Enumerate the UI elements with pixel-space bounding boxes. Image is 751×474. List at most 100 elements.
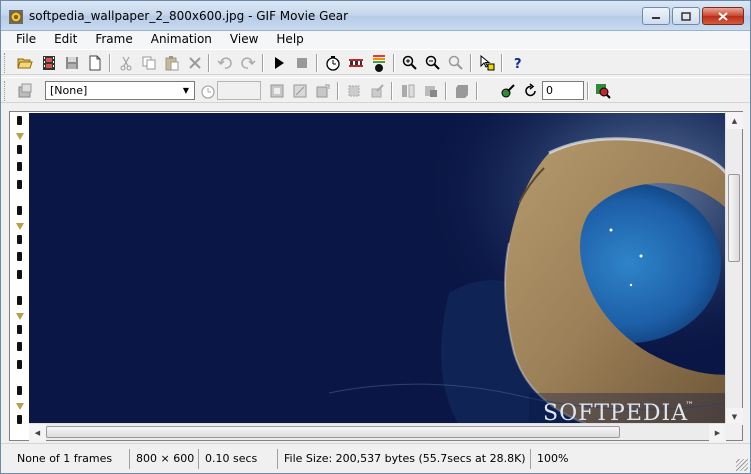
image-canvas[interactable]: SOFTPEDIA ™ bbox=[29, 113, 726, 425]
help-button[interactable]: ? bbox=[508, 53, 528, 73]
zoom-in-button[interactable] bbox=[400, 53, 420, 73]
film-hole bbox=[17, 325, 22, 334]
status-delay: 0.10 secs bbox=[198, 449, 263, 469]
app-window: softpedia_wallpaper_2_800x600.jpg - GIF … bbox=[0, 0, 751, 474]
wallpaper-image: SOFTPEDIA ™ bbox=[29, 113, 726, 425]
frame-transform-button[interactable] bbox=[313, 81, 333, 101]
save-button[interactable] bbox=[62, 53, 82, 73]
status-filesize: File Size: 200,537 bytes (55.7secs at 28… bbox=[277, 449, 532, 469]
toolbar-separator bbox=[587, 82, 589, 100]
close-button[interactable] bbox=[702, 7, 744, 25]
zoom-out-button[interactable] bbox=[423, 53, 443, 73]
rotate-button[interactable] bbox=[421, 81, 441, 101]
toolbar-separator bbox=[316, 54, 318, 72]
film-hole bbox=[17, 342, 22, 351]
frame-toolbar: [None] ▼ 0 bbox=[1, 77, 750, 103]
menu-animation[interactable]: Animation bbox=[142, 31, 221, 49]
menu-file[interactable]: File bbox=[7, 31, 45, 49]
frame-marker-icon bbox=[16, 133, 24, 140]
play-button[interactable] bbox=[269, 53, 289, 73]
open-frames-button[interactable] bbox=[39, 53, 59, 73]
status-zoom: 100% bbox=[530, 449, 574, 469]
toolbar-separator bbox=[445, 82, 447, 100]
toolbar-separator bbox=[476, 82, 478, 100]
paste-button[interactable] bbox=[162, 53, 182, 73]
context-help-button[interactable] bbox=[477, 53, 497, 73]
toolbar-separator bbox=[109, 54, 111, 72]
undo-button[interactable] bbox=[215, 53, 235, 73]
title-bar[interactable]: softpedia_wallpaper_2_800x600.jpg - GIF … bbox=[1, 1, 750, 31]
vertical-scroll-thumb[interactable] bbox=[728, 174, 740, 262]
menu-help[interactable]: Help bbox=[267, 31, 312, 49]
frame-props-icon bbox=[270, 84, 284, 98]
loop-arrow-icon bbox=[525, 83, 536, 97]
scroll-right-icon[interactable]: ▶ bbox=[709, 424, 726, 441]
filmstrip-margin bbox=[10, 112, 29, 425]
vertical-scrollbar[interactable]: ▲ ▼ bbox=[725, 112, 743, 425]
status-frames: None of 1 frames bbox=[17, 452, 113, 465]
scroll-corner bbox=[725, 423, 742, 440]
frame-transition-button[interactable] bbox=[369, 53, 389, 73]
question-icon: ? bbox=[514, 57, 522, 71]
crop-button[interactable] bbox=[344, 81, 364, 101]
film-hole bbox=[17, 296, 22, 305]
preview-button[interactable] bbox=[593, 81, 613, 101]
frame-strip-button[interactable] bbox=[346, 53, 366, 73]
film-hole bbox=[17, 206, 22, 215]
palette-button[interactable] bbox=[15, 81, 35, 101]
color-picker-button[interactable] bbox=[498, 81, 518, 101]
toolbar-separator bbox=[337, 82, 339, 100]
scroll-left-icon[interactable]: ◀ bbox=[29, 424, 46, 441]
cut-button[interactable] bbox=[116, 53, 136, 73]
film-hole bbox=[17, 415, 22, 424]
open-button[interactable] bbox=[15, 53, 35, 73]
toolbar-grip[interactable] bbox=[4, 53, 7, 73]
delay-icon-button bbox=[198, 81, 218, 101]
horizontal-scroll-thumb[interactable] bbox=[46, 426, 620, 438]
status-bar: None of 1 frames 800 × 600 0.10 secs Fil… bbox=[1, 443, 750, 473]
preview-magnify-icon bbox=[596, 84, 611, 99]
film-hole bbox=[17, 180, 22, 189]
loop-count-field[interactable]: 0 bbox=[542, 81, 584, 100]
toolbar-grip[interactable] bbox=[4, 81, 7, 101]
minimize-icon bbox=[652, 17, 660, 19]
menu-view[interactable]: View bbox=[221, 31, 267, 49]
trademark-symbol: ™ bbox=[685, 401, 694, 411]
menu-edit[interactable]: Edit bbox=[45, 31, 86, 49]
window-title: softpedia_wallpaper_2_800x600.jpg - GIF … bbox=[29, 9, 349, 23]
palette-icon bbox=[18, 83, 32, 98]
film-hole bbox=[17, 360, 22, 369]
copy-button[interactable] bbox=[139, 53, 159, 73]
undo-icon bbox=[217, 57, 232, 69]
zoom-fit-button[interactable] bbox=[446, 53, 466, 73]
scroll-up-icon[interactable]: ▲ bbox=[726, 112, 743, 129]
new-button[interactable] bbox=[85, 53, 105, 73]
optimize-button[interactable] bbox=[367, 81, 387, 101]
minimize-button[interactable] bbox=[642, 7, 670, 25]
delay-field[interactable] bbox=[217, 81, 261, 100]
resize-grip-icon[interactable] bbox=[736, 459, 748, 471]
stop-button[interactable] bbox=[292, 53, 312, 73]
horizontal-scrollbar[interactable]: ◀ ▶ bbox=[29, 423, 726, 441]
maximize-button[interactable] bbox=[672, 7, 700, 25]
frame-transform-icon bbox=[316, 84, 330, 98]
palette-select[interactable]: [None] ▼ bbox=[45, 81, 195, 100]
maximize-icon bbox=[681, 11, 691, 21]
paste-icon bbox=[165, 56, 179, 71]
rotate-icon bbox=[425, 86, 437, 97]
frame-edit-button[interactable] bbox=[290, 81, 310, 101]
flip-button[interactable] bbox=[398, 81, 418, 101]
copy-icon bbox=[142, 56, 156, 70]
frame-view: SOFTPEDIA ™ ▲ ▼ ◀ ▶ bbox=[9, 111, 743, 441]
svg-text:?: ? bbox=[514, 57, 522, 71]
redo-button[interactable] bbox=[238, 53, 258, 73]
shadow-button[interactable] bbox=[452, 81, 472, 101]
frames-rainbow-icon bbox=[373, 55, 385, 72]
timing-button[interactable] bbox=[323, 53, 343, 73]
open-folder-icon bbox=[17, 58, 33, 69]
frame-props-button[interactable] bbox=[267, 81, 287, 101]
frame-marker-icon bbox=[16, 313, 24, 320]
delete-button[interactable] bbox=[185, 53, 205, 73]
menu-frame[interactable]: Frame bbox=[86, 31, 141, 49]
gif-movie-gear-icon bbox=[9, 10, 23, 24]
